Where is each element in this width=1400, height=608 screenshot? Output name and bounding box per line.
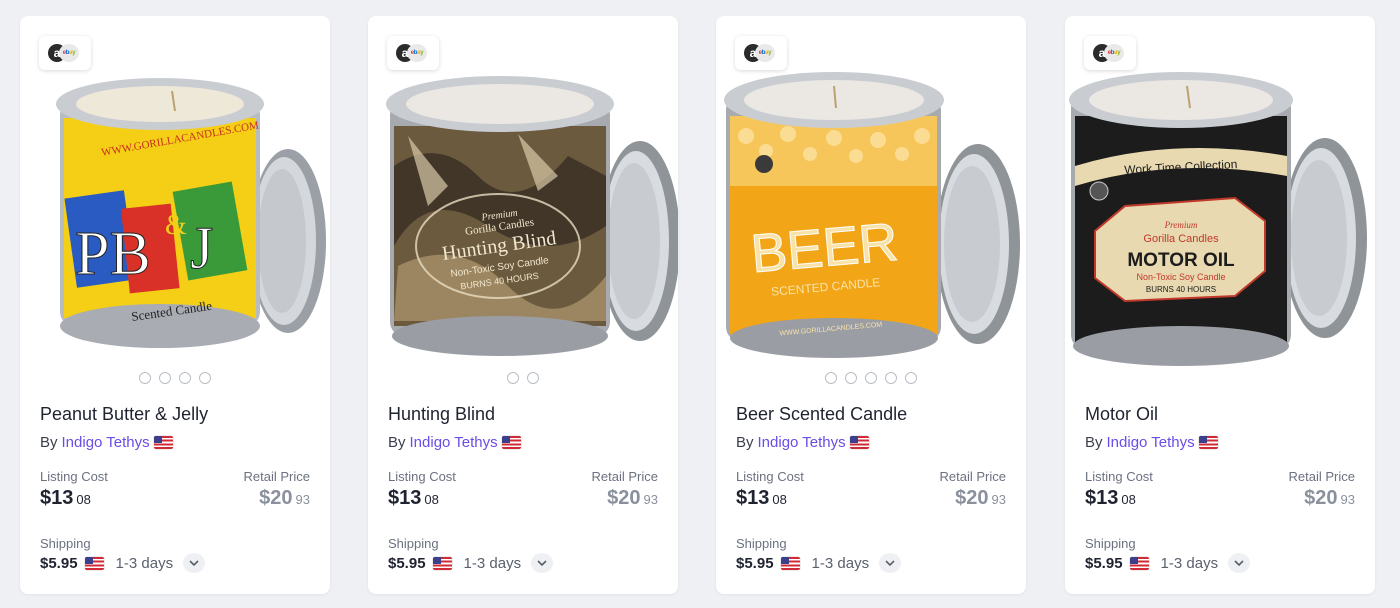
by-label: By: [736, 434, 754, 451]
listing-cost-value: $13 08: [736, 487, 787, 509]
retail-price-label: Retail Price: [591, 469, 658, 484]
shipping-label: Shipping: [1085, 536, 1136, 551]
product-title[interactable]: Motor Oil: [1085, 404, 1158, 425]
us-flag-icon: [1129, 556, 1149, 570]
marketplace-badge-icon: a ebay: [1084, 36, 1136, 70]
retail-price-label: Retail Price: [939, 469, 1006, 484]
by-label: By: [388, 434, 406, 451]
shipping-row: $5.95 1-3 days: [388, 553, 554, 573]
listing-cost-value: $13 08: [1085, 487, 1136, 509]
us-flag-icon: [501, 436, 521, 449]
retail-price-value: $20 93: [259, 487, 310, 509]
chevron-down-icon[interactable]: [183, 553, 206, 573]
seller-link[interactable]: Indigo Tethys: [410, 434, 498, 451]
label-brand-text: Gorilla Candles: [1143, 233, 1219, 245]
label-name-text: MOTOR OIL: [1127, 250, 1235, 271]
seller-line: By Indigo Tethys: [1085, 434, 1218, 451]
carousel-dot[interactable]: [825, 372, 837, 384]
carousel-dot[interactable]: [845, 372, 857, 384]
listing-cost-label: Listing Cost: [388, 469, 456, 484]
carousel-dot[interactable]: [139, 372, 151, 384]
us-flag-icon: [849, 436, 869, 449]
shipping-label: Shipping: [736, 536, 787, 551]
marketplace-badge-icon: a ebay: [39, 36, 91, 70]
us-flag-icon: [432, 556, 452, 570]
product-card[interactable]: Premium Gorilla Candles Hunting Blind No…: [368, 16, 678, 594]
label-soy-text: Non-Toxic Soy Candle: [1136, 272, 1225, 282]
us-flag-icon: [1198, 436, 1218, 449]
marketplace-badge-icon: a ebay: [735, 36, 787, 70]
us-flag-icon: [780, 556, 800, 570]
seller-line: By Indigo Tethys: [736, 434, 869, 451]
product-image[interactable]: BEER SCENTED CANDLE WWW.GORILLACANDLES.C…: [716, 16, 1026, 371]
us-flag-icon: [84, 556, 104, 570]
listing-cost-label: Listing Cost: [40, 469, 108, 484]
label-j-text: J: [190, 215, 213, 281]
by-label: By: [1085, 434, 1103, 451]
seller-line: By Indigo Tethys: [40, 434, 173, 451]
shipping-time: 1-3 days: [1160, 554, 1219, 572]
carousel-dot[interactable]: [159, 372, 171, 384]
carousel-dot[interactable]: [179, 372, 191, 384]
seller-link[interactable]: Indigo Tethys: [62, 434, 150, 451]
label-premium-text: Premium: [1164, 220, 1198, 230]
chevron-down-icon[interactable]: [1228, 553, 1251, 573]
carousel-dot[interactable]: [865, 372, 877, 384]
ebay-logo-icon: ebay: [407, 44, 427, 62]
product-card[interactable]: BEER SCENTED CANDLE WWW.GORILLACANDLES.C…: [716, 16, 1026, 594]
retail-price-value: $20 93: [1304, 487, 1355, 509]
product-image[interactable]: WWW.GORILLACANDLES.COM PB & J Scented Ca…: [20, 16, 330, 371]
listing-cost-label: Listing Cost: [736, 469, 804, 484]
shipping-price: $5.95: [388, 554, 426, 572]
seller-link[interactable]: Indigo Tethys: [758, 434, 846, 451]
chevron-down-icon[interactable]: [531, 553, 554, 573]
carousel-dots: [716, 372, 1026, 384]
ebay-logo-icon: ebay: [59, 44, 79, 62]
shipping-row: $5.95 1-3 days: [1085, 553, 1251, 573]
chevron-down-icon[interactable]: [879, 553, 902, 573]
shipping-time: 1-3 days: [115, 554, 174, 572]
product-image[interactable]: Premium Gorilla Candles Hunting Blind No…: [368, 16, 678, 371]
shipping-time: 1-3 days: [463, 554, 522, 572]
shipping-price: $5.95: [40, 554, 78, 572]
seller-link[interactable]: Indigo Tethys: [1107, 434, 1195, 451]
marketplace-badge-icon: a ebay: [387, 36, 439, 70]
label-beer-text: BEER: [749, 212, 901, 285]
product-image[interactable]: Work Time Collection Premium Gorilla Can…: [1065, 16, 1375, 371]
ebay-logo-icon: ebay: [1104, 44, 1124, 62]
shipping-price: $5.95: [1085, 554, 1123, 572]
carousel-dots: [20, 372, 330, 384]
listing-cost-value: $13 08: [40, 487, 91, 509]
shipping-time: 1-3 days: [811, 554, 870, 572]
shipping-label: Shipping: [388, 536, 439, 551]
by-label: By: [40, 434, 58, 451]
retail-price-label: Retail Price: [1288, 469, 1355, 484]
product-title[interactable]: Peanut Butter & Jelly: [40, 404, 208, 425]
retail-price-value: $20 93: [607, 487, 658, 509]
carousel-dot[interactable]: [527, 372, 539, 384]
label-amp-text: &: [165, 210, 187, 241]
shipping-price: $5.95: [736, 554, 774, 572]
shipping-row: $5.95 1-3 days: [736, 553, 902, 573]
us-flag-icon: [153, 436, 173, 449]
ebay-logo-icon: ebay: [755, 44, 775, 62]
product-card[interactable]: Work Time Collection Premium Gorilla Can…: [1065, 16, 1375, 594]
carousel-dots: [368, 372, 678, 384]
product-title[interactable]: Beer Scented Candle: [736, 404, 907, 425]
carousel-dot[interactable]: [199, 372, 211, 384]
label-pb-text: PB: [75, 220, 151, 288]
product-title[interactable]: Hunting Blind: [388, 404, 495, 425]
carousel-dot[interactable]: [905, 372, 917, 384]
shipping-row: $5.95 1-3 days: [40, 553, 206, 573]
carousel-dot[interactable]: [507, 372, 519, 384]
listing-cost-value: $13 08: [388, 487, 439, 509]
label-burns-text: BURNS 40 HOURS: [1146, 285, 1216, 294]
carousel-dot[interactable]: [885, 372, 897, 384]
shipping-label: Shipping: [40, 536, 91, 551]
product-card[interactable]: WWW.GORILLACANDLES.COM PB & J Scented Ca…: [20, 16, 330, 594]
retail-price-value: $20 93: [955, 487, 1006, 509]
seller-line: By Indigo Tethys: [388, 434, 521, 451]
listing-cost-label: Listing Cost: [1085, 469, 1153, 484]
retail-price-label: Retail Price: [243, 469, 310, 484]
